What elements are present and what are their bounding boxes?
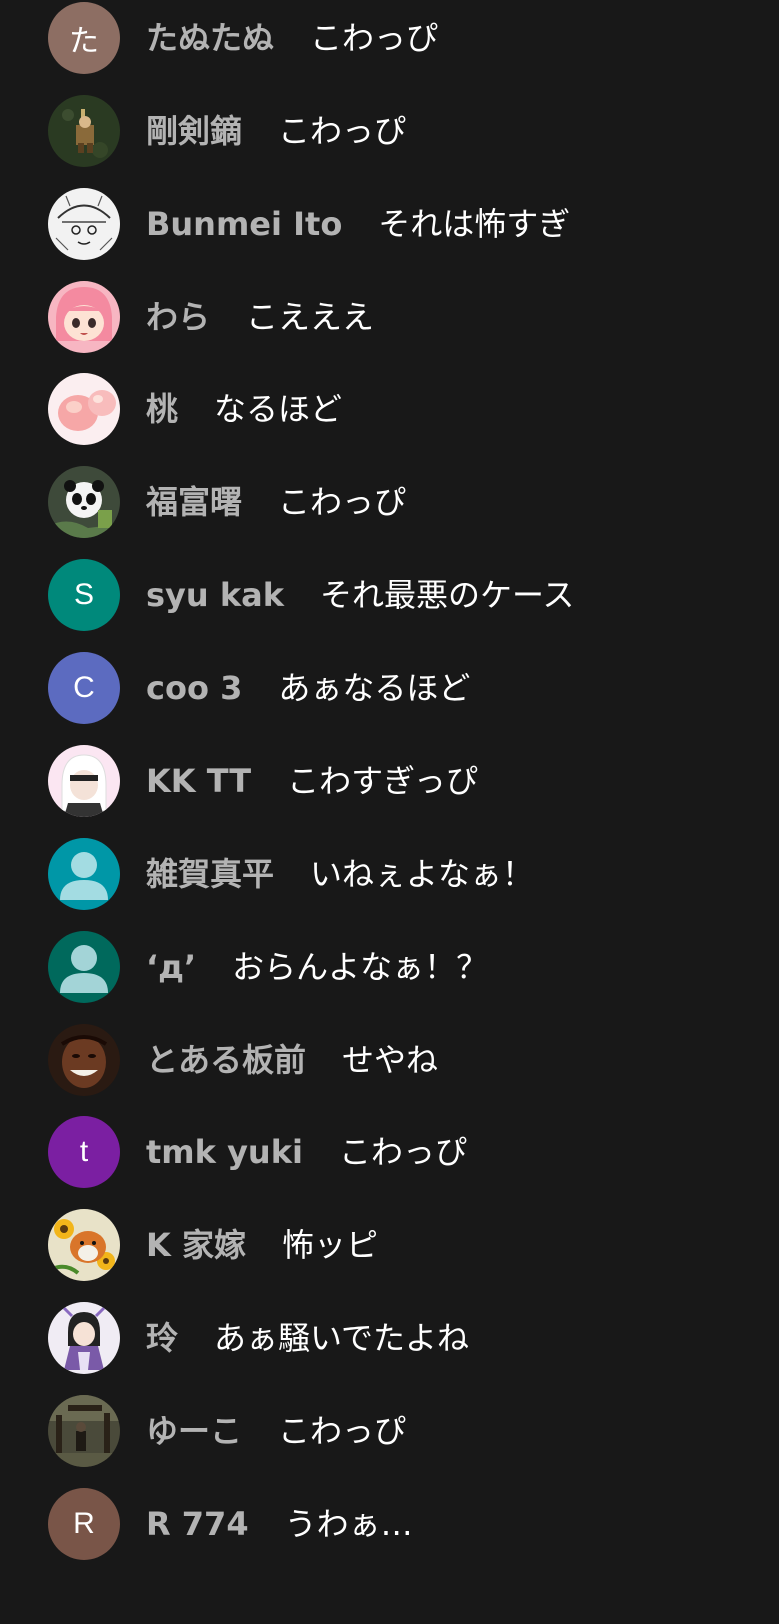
message-text: こわっぴ bbox=[278, 112, 407, 150]
author-name[interactable]: 桃 bbox=[146, 389, 178, 429]
author-name[interactable]: 雑賀真平 bbox=[146, 854, 274, 894]
message-text-line: ゆーこ こわっぴ bbox=[146, 1411, 406, 1451]
pixel-warrior-icon[interactable] bbox=[48, 95, 120, 167]
message-text: こわっぴ bbox=[278, 483, 407, 521]
author-name[interactable]: R 774 bbox=[146, 1504, 249, 1544]
message-text-line: R 774 うわぁ… bbox=[146, 1504, 413, 1544]
avatar[interactable]: t bbox=[48, 1116, 120, 1188]
avatar-initial: t bbox=[79, 1135, 89, 1168]
message-text-line: とある板前 せやね bbox=[146, 1040, 438, 1080]
author-name[interactable]: syu kak bbox=[146, 575, 284, 615]
message-text: なるほど bbox=[214, 390, 343, 428]
pink-anime-girl-icon[interactable] bbox=[48, 281, 120, 353]
author-name[interactable]: とある板前 bbox=[146, 1040, 306, 1080]
anime-character-icon[interactable] bbox=[48, 1302, 120, 1374]
message-text: うわぁ… bbox=[284, 1505, 413, 1543]
panda-icon[interactable] bbox=[48, 466, 120, 538]
message-text-line: coo 3 あぁなるほど bbox=[146, 668, 470, 708]
message-text: いねぇよなぁ！ bbox=[310, 855, 535, 893]
message-text: こわっぴ bbox=[310, 19, 439, 57]
message-text: せやね bbox=[342, 1041, 439, 1079]
live-chat-list: たたぬたぬ こわっぴ 剛剣鏑 こわっぴ Bunmei Ito それは怖すぎ わら こえええ桃な… bbox=[0, 0, 779, 1624]
message-text: こえええ bbox=[246, 298, 375, 336]
default-person-icon[interactable] bbox=[48, 838, 120, 910]
smiling-man-icon[interactable] bbox=[48, 1024, 120, 1096]
author-name[interactable]: Bunmei Ito bbox=[146, 204, 342, 244]
author-name[interactable]: たぬたぬ bbox=[146, 18, 274, 58]
chat-message[interactable]: KK TT こわすぎっぴ bbox=[0, 733, 779, 829]
author-name[interactable]: 玲 bbox=[146, 1318, 178, 1358]
avatar[interactable]: S bbox=[48, 559, 120, 631]
chat-message[interactable]: た たぬたぬ こわっぴ bbox=[0, 0, 779, 86]
peach-icon[interactable] bbox=[48, 373, 120, 445]
white-hair-anime-icon[interactable] bbox=[48, 745, 120, 817]
message-text-line: 玲あぁ騒いでたよね bbox=[146, 1318, 469, 1358]
sunflower-dog-icon[interactable] bbox=[48, 1209, 120, 1281]
chat-message[interactable]: ゆーこ こわっぴ bbox=[0, 1383, 779, 1479]
chat-message[interactable]: 玲あぁ騒いでたよね bbox=[0, 1290, 779, 1386]
message-text: おらんよなぁ！？ bbox=[232, 948, 489, 986]
message-text-line: K 家嫁 怖ッピ bbox=[146, 1225, 378, 1265]
author-name[interactable]: ‘д’ bbox=[146, 947, 196, 987]
author-name[interactable]: tmk yuki bbox=[146, 1132, 303, 1172]
message-text: それは怖すぎ bbox=[378, 205, 571, 243]
message-text: 怖ッピ bbox=[281, 1226, 378, 1264]
author-name[interactable]: 剛剣鏑 bbox=[146, 111, 242, 151]
chat-message[interactable]: t tmk yuki こわっぴ bbox=[0, 1104, 779, 1200]
author-name[interactable]: coo 3 bbox=[146, 668, 242, 708]
message-text-line: syu kak それ最悪のケース bbox=[146, 575, 574, 615]
chat-message[interactable]: わら こえええ bbox=[0, 269, 779, 365]
default-person-icon[interactable] bbox=[48, 931, 120, 1003]
message-text: あぁ騒いでたよね bbox=[214, 1319, 470, 1357]
chat-message[interactable]: Bunmei Ito それは怖すぎ bbox=[0, 176, 779, 272]
message-text-line: 雑賀真平 いねぇよなぁ！ bbox=[146, 854, 534, 894]
message-text: あぁなるほど bbox=[278, 669, 471, 707]
avatar[interactable]: た bbox=[48, 2, 120, 74]
message-text-line: わら こえええ bbox=[146, 297, 374, 337]
message-text-line: tmk yuki こわっぴ bbox=[146, 1132, 467, 1172]
author-name[interactable]: ゆーこ bbox=[146, 1411, 242, 1451]
message-text-line: ‘д’ おらんよなぁ！？ bbox=[146, 947, 488, 987]
message-text-line: 福富曙 こわっぴ bbox=[146, 482, 406, 522]
message-text-line: Bunmei Ito それは怖すぎ bbox=[146, 204, 570, 244]
chat-message[interactable]: 桃なるほど bbox=[0, 361, 779, 457]
message-text: こわすぎっぴ bbox=[287, 762, 478, 800]
avatar[interactable]: C bbox=[48, 652, 120, 724]
garden-photo-icon[interactable] bbox=[48, 1395, 120, 1467]
chat-message[interactable]: ‘д’ おらんよなぁ！？ bbox=[0, 919, 779, 1015]
chat-message[interactable]: K 家嫁 怖ッピ bbox=[0, 1197, 779, 1293]
chat-message[interactable]: とある板前 せやね bbox=[0, 1012, 779, 1108]
avatar-initial: S bbox=[73, 578, 94, 611]
manga-sketch-icon[interactable] bbox=[48, 188, 120, 260]
chat-message[interactable]: 福富曙 こわっぴ bbox=[0, 454, 779, 550]
message-text: こわっぴ bbox=[338, 1133, 467, 1171]
avatar-initial: R bbox=[73, 1507, 95, 1540]
message-text: それ最悪のケース bbox=[319, 576, 575, 614]
chat-message[interactable]: 雑賀真平 いねぇよなぁ！ bbox=[0, 826, 779, 922]
author-name[interactable]: KK TT bbox=[146, 761, 251, 801]
chat-message[interactable]: Ccoo 3 あぁなるほど bbox=[0, 640, 779, 736]
chat-message[interactable]: R R 774 うわぁ… bbox=[0, 1476, 779, 1572]
chat-message[interactable]: 剛剣鏑 こわっぴ bbox=[0, 83, 779, 179]
avatar-initial: た bbox=[69, 25, 99, 58]
message-text-line: たぬたぬ こわっぴ bbox=[146, 18, 438, 58]
message-text-line: 剛剣鏑 こわっぴ bbox=[146, 111, 406, 151]
message-text: こわっぴ bbox=[278, 1412, 407, 1450]
avatar[interactable]: R bbox=[48, 1488, 120, 1560]
chat-message[interactable]: Ssyu kak それ最悪のケース bbox=[0, 547, 779, 643]
message-text-line: 桃なるほど bbox=[146, 389, 342, 429]
message-text-line: KK TT こわすぎっぴ bbox=[146, 761, 478, 801]
avatar-initial: C bbox=[73, 671, 95, 704]
author-name[interactable]: 福富曙 bbox=[146, 482, 242, 522]
author-name[interactable]: わら bbox=[146, 297, 210, 337]
author-name[interactable]: K 家嫁 bbox=[146, 1225, 246, 1265]
